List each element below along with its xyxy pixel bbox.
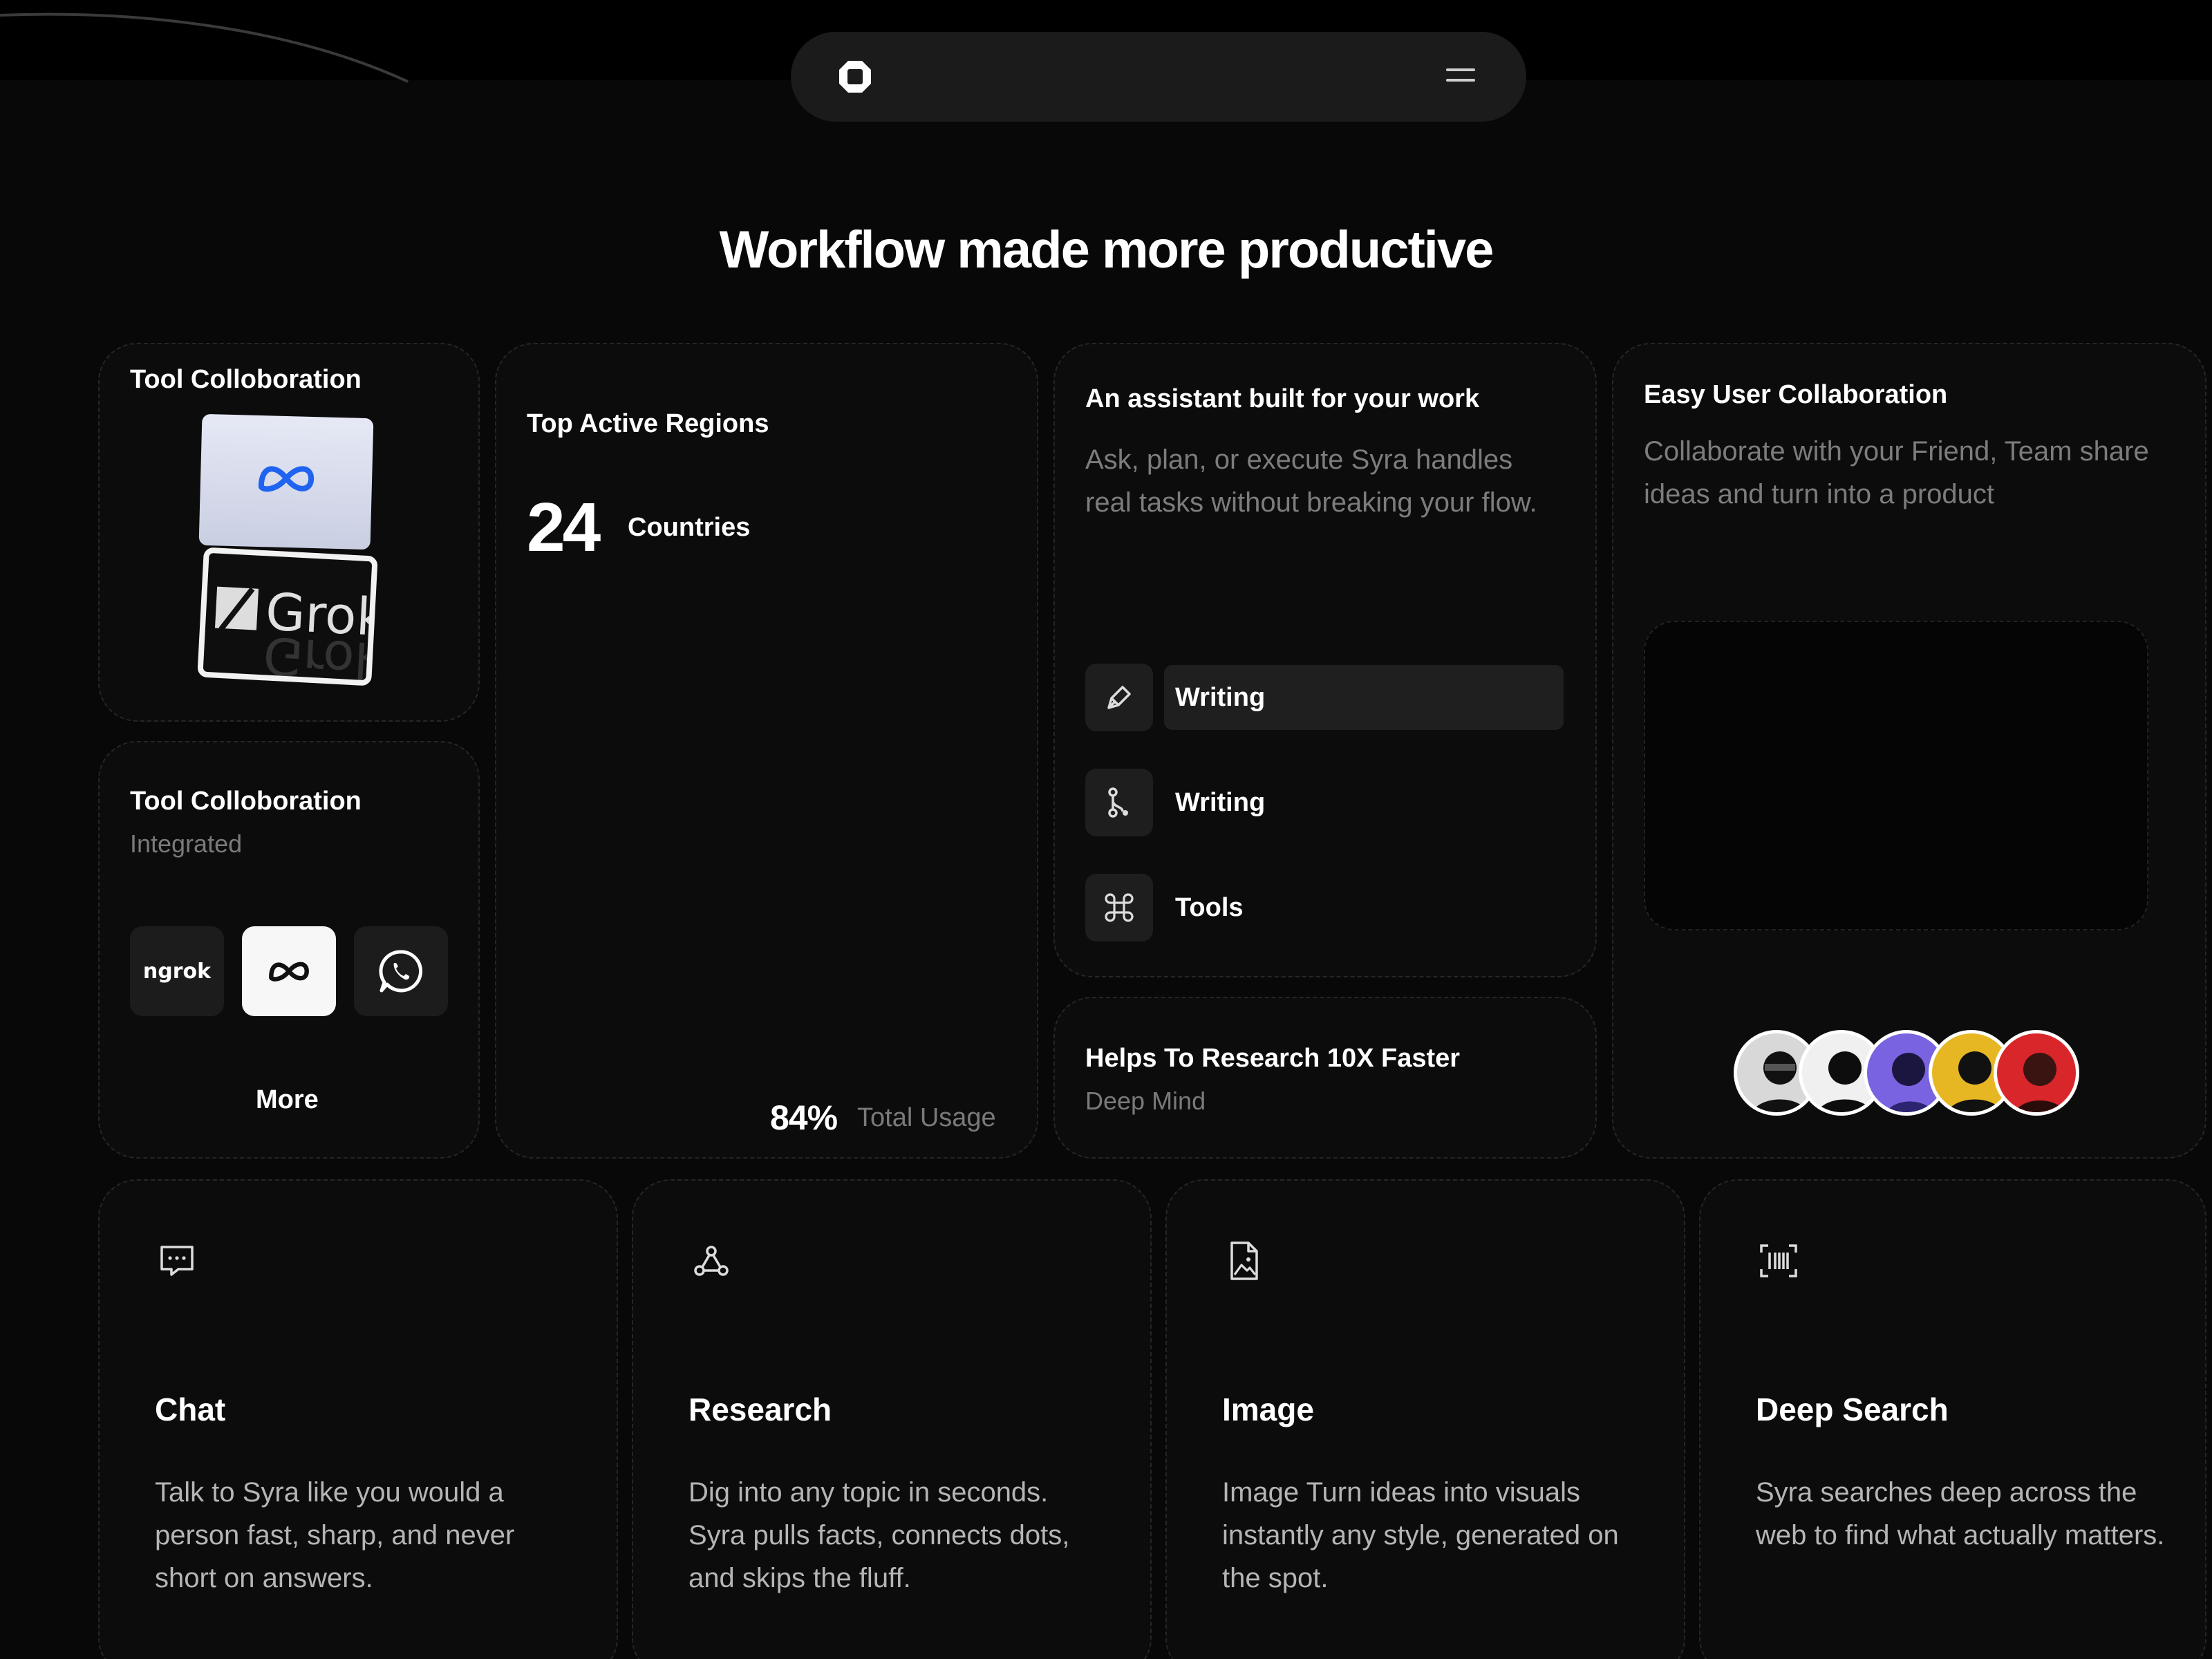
git-branch-icon [1108, 787, 1128, 818]
card-subtitle: Integrated [130, 830, 243, 858]
grok-reflection: Grok [261, 625, 378, 686]
avatar[interactable] [1994, 1030, 2079, 1116]
writing-item-icon-box[interactable] [1085, 664, 1153, 731]
tool-collab-logos-card: Tool Colloboration Grok Grok [98, 343, 480, 722]
meta-logo-icon [258, 466, 315, 492]
meta-logo-card [198, 413, 374, 550]
chat-icon [160, 1246, 194, 1276]
feature-card-image[interactable]: Image Image Turn ideas into visuals inst… [1165, 1179, 1685, 1659]
usage-label: Total Usage [857, 1103, 996, 1132]
whatsapp-icon [379, 950, 423, 993]
tools-item-label[interactable]: Tools [1175, 893, 1244, 923]
regions-card: Top Active Regions 24 Countries 84% Tota… [495, 343, 1038, 1159]
card-title: Top Active Regions [527, 409, 769, 438]
branch-item-icon-box[interactable] [1085, 769, 1153, 836]
feature-description: Talk to Syra like you would a person fas… [155, 1477, 515, 1593]
feature-title: Chat [155, 1391, 226, 1427]
page-title: Workflow made more productive [719, 221, 1494, 279]
whatsapp-tile[interactable] [354, 926, 448, 1016]
feature-card-research[interactable]: Research Dig into any topic in seconds. … [632, 1179, 1152, 1659]
card-title: Helps To Research 10X Faster [1085, 1044, 1461, 1073]
decorative-arc [0, 12, 409, 83]
meta-logo-icon [269, 962, 309, 982]
countries-label: Countries [628, 513, 751, 542]
research-card: Helps To Research 10X Faster Deep Mind [1053, 997, 1597, 1159]
feature-title: Research [688, 1391, 832, 1427]
feature-description: Syra searches deep across the web to fin… [1756, 1477, 2165, 1550]
meta-tile[interactable] [242, 926, 336, 1016]
ngrok-tile[interactable]: ngrok [130, 926, 224, 1016]
feature-description: Image Turn ideas into visuals instantly … [1222, 1477, 1619, 1593]
card-title: Tool Colloboration [130, 787, 362, 816]
countries-count: 24 [527, 489, 601, 566]
navbar [791, 32, 1526, 122]
card-description: Collaborate with your Friend, Team share… [1644, 436, 2149, 509]
feature-description: Dig into any topic in seconds. Syra pull… [688, 1477, 1070, 1593]
feature-card-deep-search[interactable]: Deep Search Syra searches deep across th… [1699, 1179, 2206, 1659]
card-title: Easy User Collaboration [1644, 380, 1948, 409]
feature-card-chat[interactable]: Chat Talk to Syra like you would a perso… [98, 1179, 618, 1659]
usage-value: 84% [770, 1098, 838, 1137]
app-logo-icon[interactable] [836, 58, 874, 95]
card-subtitle: Deep Mind [1085, 1087, 1206, 1115]
grok-logo-icon [214, 586, 259, 630]
collaboration-preview-panel [1644, 621, 2148, 930]
feature-title: Deep Search [1756, 1391, 1949, 1427]
webhook-icon [694, 1246, 729, 1276]
more-link[interactable]: More [256, 1085, 319, 1115]
writing-item-label[interactable]: Writing [1175, 683, 1265, 713]
branch-item-label[interactable]: Writing [1175, 788, 1265, 818]
card-description: Ask, plan, or execute Syra handles real … [1085, 444, 1537, 518]
feature-title: Image [1222, 1391, 1314, 1427]
card-title: An assistant built for your work [1085, 384, 1480, 413]
pen-icon [1107, 686, 1131, 709]
image-file-icon [1230, 1241, 1258, 1280]
hamburger-menu-icon[interactable] [1446, 64, 1475, 88]
barcode-scan-icon [1760, 1244, 1797, 1277]
card-title: Tool Colloboration [130, 365, 362, 394]
tools-item-icon-box[interactable] [1085, 874, 1153, 941]
command-key-icon [1105, 893, 1134, 922]
grok-logo-card: Grok Grok [197, 547, 378, 686]
ngrok-label: ngrok [142, 959, 212, 984]
